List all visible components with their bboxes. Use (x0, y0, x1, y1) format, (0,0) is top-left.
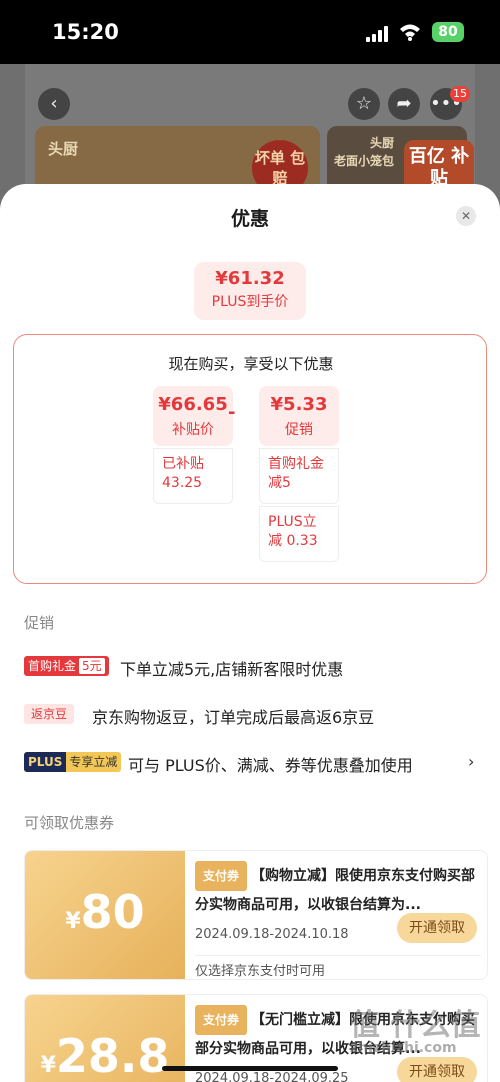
status-bar: 15:20 80 (0, 0, 500, 64)
sheet-title: 优惠 (230, 208, 269, 230)
first-purchase-tag: 首购礼金 5元 (24, 656, 109, 676)
minus-operator: - (228, 402, 236, 423)
coupon-date: 2024.09.18-2024.09.25 (195, 1071, 349, 1082)
coupon-date: 2024.09.18-2024.10.18 (195, 927, 349, 942)
subsidy-price-label: 补贴价 (172, 422, 214, 438)
promo-tile: ¥5.33 促销 (259, 386, 339, 446)
plus-promo-row[interactable]: PLUS 专享立减 可与 PLUS价、满减、券等优惠叠加使用 › (0, 748, 500, 778)
coupon-value: ¥80 (65, 885, 145, 939)
promo-label: 促销 (285, 422, 313, 438)
status-time: 15:20 (52, 20, 119, 44)
pay-coupon-tag: 支付券 (195, 861, 248, 891)
coupon-value-panel: ¥80 (25, 851, 185, 979)
favorite-star-icon[interactable]: ☆ (348, 88, 380, 120)
claim-coupon-button[interactable]: 开通领取 (397, 913, 477, 943)
promo-row: 返京豆 京东购物返豆，订单完成后最高返6京豆 (0, 700, 500, 730)
home-indicator[interactable] (162, 1066, 338, 1071)
watermark-url: zhizhizhi.com (350, 1040, 457, 1056)
promo-text: 可与 PLUS价、满减、券等优惠叠加使用 (128, 756, 413, 775)
close-icon[interactable]: ✕ (456, 206, 476, 226)
banner-brand: 头厨 (48, 140, 79, 158)
discount-sheet: 优惠 ✕ ¥61.32 PLUS到手价 现在购买，享受以下优惠 ¥66.65 补… (0, 184, 500, 1082)
coupon-value-panel: ¥28.8 (25, 995, 185, 1082)
subsidy-detail: 已补贴 43.25 (153, 448, 233, 504)
pay-coupon-tag: 支付券 (195, 1005, 248, 1035)
share-icon[interactable]: ➦ (388, 88, 420, 120)
jd-bean-tag: 返京豆 (24, 704, 75, 724)
watermark: 值 什么值 (350, 1008, 481, 1043)
breakdown-title: 现在购买，享受以下优惠 (168, 355, 334, 373)
back-icon[interactable]: ‹ (38, 88, 70, 120)
plus-tag: PLUS 专享立减 (24, 752, 122, 772)
subsidy-price-amount: ¥66.65 (158, 394, 228, 415)
banner-brand-2: 头厨 (370, 136, 395, 150)
price-breakdown: 现在购买，享受以下优惠 (13, 334, 487, 584)
chevron-right-icon[interactable]: › (468, 752, 474, 771)
final-price-label: PLUS到手价 (211, 294, 289, 310)
wifi-icon (400, 24, 420, 41)
coupon-info: 支付券 【购物立减】限使用京东支付购买部分实物商品可用，以收银台结算为... 20… (195, 851, 485, 979)
final-price-card: ¥61.32 PLUS到手价 (194, 262, 306, 320)
promo-text: 京东购物返豆，订单完成后最高返6京豆 (92, 708, 375, 727)
promo-amount: ¥5.33 (270, 394, 328, 415)
promo-text: 下单立减5元,店铺新客限时优惠 (120, 660, 344, 679)
promo-detail-1: 首购礼金 减5 (259, 448, 339, 504)
promotions-header: 促销 (24, 614, 55, 632)
final-price-amount: ¥61.32 (215, 268, 285, 289)
coupon-card: ¥80 支付券 【购物立减】限使用京东支付购买部分实物商品可用，以收银台结算为..… (24, 850, 488, 980)
coupon-value: ¥28.8 (40, 1029, 170, 1082)
message-badge: 15 (450, 86, 470, 102)
claim-coupon-button[interactable]: 开通领取 (397, 1057, 477, 1082)
battery-indicator: 80 (432, 22, 464, 42)
coupons-header: 可领取优惠券 (24, 814, 115, 832)
subsidy-price-tile: ¥66.65 补贴价 (153, 386, 233, 446)
coupon-note: 仅选择京东支付时可用 (195, 955, 481, 979)
coupon-desc: 支付券 【购物立减】限使用京东支付购买部分实物商品可用，以收银台结算为... (195, 861, 481, 919)
promo-detail-2: PLUS立减 0.33 (259, 506, 339, 562)
signal-icon (366, 26, 388, 42)
promo-row: 首购礼金 5元 下单立减5元,店铺新客限时优惠 (0, 652, 500, 682)
banner-text-2: 老面小笼包 (334, 154, 395, 168)
